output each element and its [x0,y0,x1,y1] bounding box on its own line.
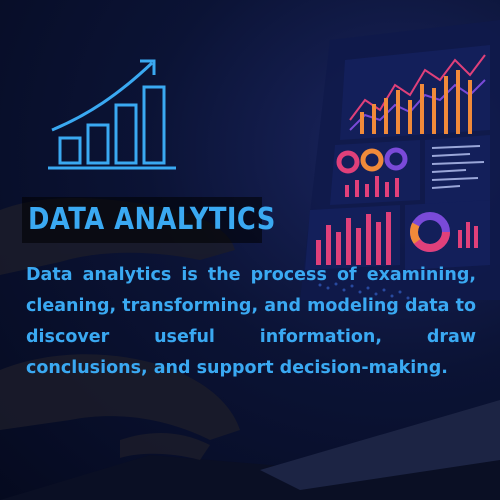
logo-bar-3 [114,103,138,165]
description-text: Data analytics is the process of examini… [26,265,476,378]
logo-bar-4 [142,85,166,165]
bar-chart-trend-arrow-icon [48,59,176,170]
laptop-screen [300,20,500,300]
logo-bar-1 [58,136,82,165]
headline: DATA ANALYTICS [28,202,276,237]
poster: DATA ANALYTICS Data analytics is the pro… [0,0,500,500]
logo-bar-2 [86,123,110,165]
